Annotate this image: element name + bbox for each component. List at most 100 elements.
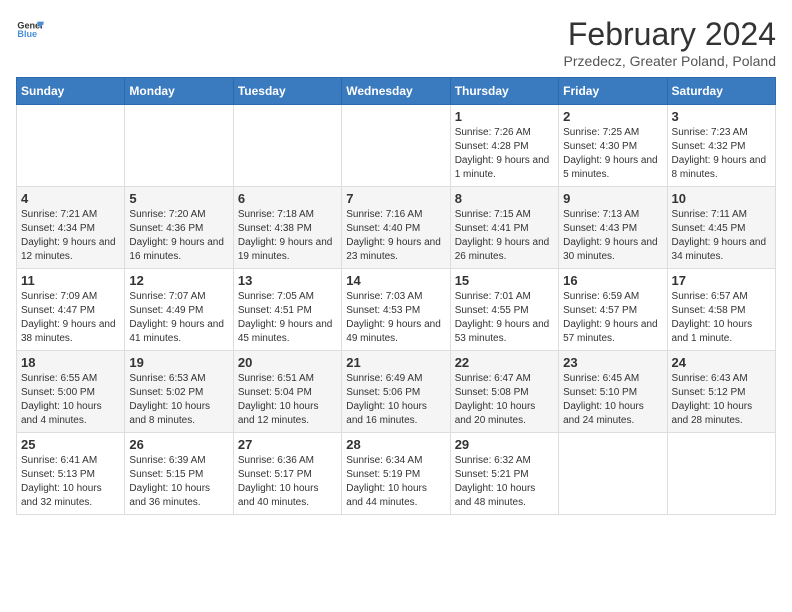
calendar-cell: 2 Sunrise: 7:25 AM Sunset: 4:30 PM Daylig… <box>559 105 667 187</box>
day-number: 29 <box>455 437 554 452</box>
day-info: Sunrise: 6:39 AM Sunset: 5:15 PM Dayligh… <box>129 454 228 510</box>
calendar-cell: 5Sunrise: 7:20 AM Sunset: 4:36 PM Daylig… <box>125 187 233 269</box>
day-info: Sunrise: 6:43 AM Sunset: 5:12 PM Dayligh… <box>672 372 771 428</box>
weekday-header-sunday: Sunday <box>17 78 125 105</box>
day-number: 17 <box>672 273 771 288</box>
day-number: 13 <box>238 273 337 288</box>
day-info: Sunrise: 6:55 AM Sunset: 5:00 PM Dayligh… <box>21 372 120 428</box>
day-info: Sunrise: 6:47 AM Sunset: 5:08 PM Dayligh… <box>455 372 554 428</box>
title-section: February 2024 Przedecz, Greater Poland, … <box>564 16 776 69</box>
day-number: 1 <box>455 109 554 124</box>
day-info: Sunrise: 7:01 AM Sunset: 4:55 PM Dayligh… <box>455 290 554 346</box>
day-info: Sunrise: 7:13 AM Sunset: 4:43 PM Dayligh… <box>563 208 662 264</box>
week-row-3: 11 Sunrise: 7:09 AM Sunset: 4:47 PM Dayli… <box>17 269 776 351</box>
logo: General Blue <box>16 16 44 44</box>
day-info: Sunrise: 7:21 AM Sunset: 4:34 PM Dayligh… <box>21 208 120 264</box>
day-number: 11 <box>21 273 120 288</box>
day-info: Sunrise: 6:45 AM Sunset: 5:10 PM Dayligh… <box>563 372 662 428</box>
calendar-cell: 29 Sunrise: 6:32 AM Sunset: 5:21 PM Dayli… <box>450 433 558 515</box>
day-number: 20 <box>238 355 337 370</box>
day-info: Sunrise: 7:09 AM Sunset: 4:47 PM Dayligh… <box>21 290 120 346</box>
day-number: 16 <box>563 273 662 288</box>
day-number: 26 <box>129 437 228 452</box>
day-number: 18 <box>21 355 120 370</box>
day-info: Sunrise: 6:51 AM Sunset: 5:04 PM Dayligh… <box>238 372 337 428</box>
calendar-cell: 4Sunrise: 7:21 AM Sunset: 4:34 PM Daylig… <box>17 187 125 269</box>
day-info: Sunrise: 7:25 AM Sunset: 4:30 PM Dayligh… <box>563 126 662 182</box>
calendar-cell: 3 Sunrise: 7:23 AM Sunset: 4:32 PM Daylig… <box>667 105 775 187</box>
calendar-cell: 18 Sunrise: 6:55 AM Sunset: 5:00 PM Dayli… <box>17 351 125 433</box>
day-info: Sunrise: 6:49 AM Sunset: 5:06 PM Dayligh… <box>346 372 445 428</box>
calendar-table: SundayMondayTuesdayWednesdayThursdayFrid… <box>16 77 776 515</box>
day-number: 6 <box>238 191 337 206</box>
calendar-cell: 10Sunrise: 7:11 AM Sunset: 4:45 PM Dayli… <box>667 187 775 269</box>
day-number: 9 <box>563 191 662 206</box>
calendar-cell: 26 Sunrise: 6:39 AM Sunset: 5:15 PM Dayli… <box>125 433 233 515</box>
day-info: Sunrise: 6:34 AM Sunset: 5:19 PM Dayligh… <box>346 454 445 510</box>
calendar-cell <box>342 105 450 187</box>
day-info: Sunrise: 6:59 AM Sunset: 4:57 PM Dayligh… <box>563 290 662 346</box>
week-row-5: 25 Sunrise: 6:41 AM Sunset: 5:13 PM Dayli… <box>17 433 776 515</box>
day-info: Sunrise: 6:41 AM Sunset: 5:13 PM Dayligh… <box>21 454 120 510</box>
calendar-cell: 14 Sunrise: 7:03 AM Sunset: 4:53 PM Dayli… <box>342 269 450 351</box>
weekday-header-friday: Friday <box>559 78 667 105</box>
calendar-cell: 24 Sunrise: 6:43 AM Sunset: 5:12 PM Dayli… <box>667 351 775 433</box>
calendar-cell <box>17 105 125 187</box>
day-info: Sunrise: 6:36 AM Sunset: 5:17 PM Dayligh… <box>238 454 337 510</box>
weekday-header-saturday: Saturday <box>667 78 775 105</box>
day-info: Sunrise: 7:07 AM Sunset: 4:49 PM Dayligh… <box>129 290 228 346</box>
calendar-cell: 13 Sunrise: 7:05 AM Sunset: 4:51 PM Dayli… <box>233 269 341 351</box>
calendar-cell: 25 Sunrise: 6:41 AM Sunset: 5:13 PM Dayli… <box>17 433 125 515</box>
calendar-cell: 1 Sunrise: 7:26 AM Sunset: 4:28 PM Daylig… <box>450 105 558 187</box>
calendar-cell <box>559 433 667 515</box>
calendar-cell <box>667 433 775 515</box>
calendar-title: February 2024 <box>564 16 776 53</box>
calendar-cell: 11 Sunrise: 7:09 AM Sunset: 4:47 PM Dayli… <box>17 269 125 351</box>
day-number: 15 <box>455 273 554 288</box>
calendar-cell: 22 Sunrise: 6:47 AM Sunset: 5:08 PM Dayli… <box>450 351 558 433</box>
day-number: 19 <box>129 355 228 370</box>
calendar-cell: 21 Sunrise: 6:49 AM Sunset: 5:06 PM Dayli… <box>342 351 450 433</box>
day-number: 23 <box>563 355 662 370</box>
day-number: 27 <box>238 437 337 452</box>
day-number: 25 <box>21 437 120 452</box>
calendar-cell: 16 Sunrise: 6:59 AM Sunset: 4:57 PM Dayli… <box>559 269 667 351</box>
weekday-header-tuesday: Tuesday <box>233 78 341 105</box>
day-info: Sunrise: 7:16 AM Sunset: 4:40 PM Dayligh… <box>346 208 445 264</box>
day-number: 8 <box>455 191 554 206</box>
day-info: Sunrise: 7:26 AM Sunset: 4:28 PM Dayligh… <box>455 126 554 182</box>
calendar-cell: 12 Sunrise: 7:07 AM Sunset: 4:49 PM Dayli… <box>125 269 233 351</box>
day-number: 12 <box>129 273 228 288</box>
calendar-cell: 28Sunrise: 6:34 AM Sunset: 5:19 PM Dayli… <box>342 433 450 515</box>
calendar-cell <box>233 105 341 187</box>
week-row-4: 18 Sunrise: 6:55 AM Sunset: 5:00 PM Dayli… <box>17 351 776 433</box>
day-info: Sunrise: 7:23 AM Sunset: 4:32 PM Dayligh… <box>672 126 771 182</box>
day-info: Sunrise: 6:32 AM Sunset: 5:21 PM Dayligh… <box>455 454 554 510</box>
day-info: Sunrise: 7:20 AM Sunset: 4:36 PM Dayligh… <box>129 208 228 264</box>
week-row-2: 4Sunrise: 7:21 AM Sunset: 4:34 PM Daylig… <box>17 187 776 269</box>
calendar-cell: 17 Sunrise: 6:57 AM Sunset: 4:58 PM Dayli… <box>667 269 775 351</box>
day-number: 24 <box>672 355 771 370</box>
day-info: Sunrise: 7:05 AM Sunset: 4:51 PM Dayligh… <box>238 290 337 346</box>
day-info: Sunrise: 7:03 AM Sunset: 4:53 PM Dayligh… <box>346 290 445 346</box>
day-number: 3 <box>672 109 771 124</box>
day-info: Sunrise: 6:53 AM Sunset: 5:02 PM Dayligh… <box>129 372 228 428</box>
day-number: 21 <box>346 355 445 370</box>
day-info: Sunrise: 6:57 AM Sunset: 4:58 PM Dayligh… <box>672 290 771 346</box>
calendar-cell <box>125 105 233 187</box>
weekday-header-monday: Monday <box>125 78 233 105</box>
calendar-cell: 7 Sunrise: 7:16 AM Sunset: 4:40 PM Daylig… <box>342 187 450 269</box>
calendar-subtitle: Przedecz, Greater Poland, Poland <box>564 53 776 69</box>
calendar-cell: 15 Sunrise: 7:01 AM Sunset: 4:55 PM Dayli… <box>450 269 558 351</box>
calendar-cell: 9 Sunrise: 7:13 AM Sunset: 4:43 PM Daylig… <box>559 187 667 269</box>
week-row-1: 1 Sunrise: 7:26 AM Sunset: 4:28 PM Daylig… <box>17 105 776 187</box>
day-number: 7 <box>346 191 445 206</box>
weekday-header-thursday: Thursday <box>450 78 558 105</box>
day-number: 2 <box>563 109 662 124</box>
calendar-cell: 19 Sunrise: 6:53 AM Sunset: 5:02 PM Dayli… <box>125 351 233 433</box>
day-number: 14 <box>346 273 445 288</box>
calendar-cell: 8Sunrise: 7:15 AM Sunset: 4:41 PM Daylig… <box>450 187 558 269</box>
day-number: 10 <box>672 191 771 206</box>
day-number: 22 <box>455 355 554 370</box>
calendar-cell: 6Sunrise: 7:18 AM Sunset: 4:38 PM Daylig… <box>233 187 341 269</box>
